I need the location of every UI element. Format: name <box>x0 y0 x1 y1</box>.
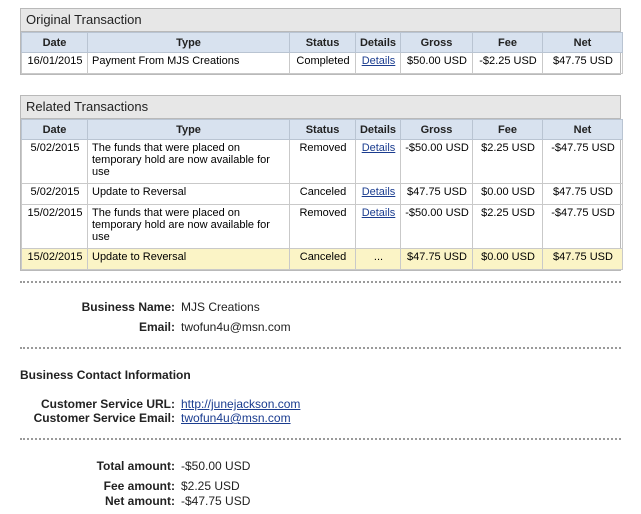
cell-type: The funds that were placed on temporary … <box>87 139 290 184</box>
details-link[interactable]: Details <box>362 207 396 219</box>
original-transaction-table: Date Type Status Details Gross Fee Net 1… <box>21 32 623 74</box>
table-row: 15/02/2015 The funds that were placed on… <box>21 204 623 249</box>
col-header-fee[interactable]: Fee <box>472 32 543 53</box>
cell-type: Update to Reversal <box>87 248 290 270</box>
customer-service-email-label: Customer Service Email: <box>33 411 175 425</box>
col-header-fee[interactable]: Fee <box>472 119 543 140</box>
total-amount-value: -$50.00 USD <box>181 459 251 473</box>
cell-net: -$47.75 USD <box>542 139 623 184</box>
net-amount-label: Net amount: <box>105 494 175 508</box>
table-row: 5/02/2015 Update to Reversal Canceled De… <box>21 183 623 205</box>
cell-date: 16/01/2015 <box>21 52 88 74</box>
divider <box>20 347 621 349</box>
col-header-gross[interactable]: Gross <box>400 32 473 53</box>
cell-net: $47.75 USD <box>542 52 623 74</box>
cell-status: Canceled <box>289 183 356 205</box>
cell-fee: $0.00 USD <box>472 248 543 270</box>
cell-fee: -$2.25 USD <box>472 52 543 74</box>
table-row-highlighted: 15/02/2015 Update to Reversal Canceled .… <box>21 248 623 270</box>
cell-details: Details <box>355 183 401 205</box>
col-header-status[interactable]: Status <box>289 32 356 53</box>
customer-service-email-link[interactable]: twofun4u@msn.com <box>181 411 291 425</box>
col-header-date[interactable]: Date <box>21 119 88 140</box>
col-header-net[interactable]: Net <box>542 32 623 53</box>
table-header-row: Date Type Status Details Gross Fee Net <box>21 119 623 140</box>
col-header-details[interactable]: Details <box>355 32 401 53</box>
cell-details: Details <box>355 139 401 184</box>
details-link[interactable]: Details <box>362 55 396 67</box>
table-row: 16/01/2015 Payment From MJS Creations Co… <box>21 52 623 74</box>
customer-service-url-label: Customer Service URL: <box>40 397 175 411</box>
divider <box>20 281 621 283</box>
contact-heading: Business Contact Information <box>20 368 191 382</box>
related-transactions-panel: Related Transactions Date Type Status De… <box>20 95 623 271</box>
cell-gross: $50.00 USD <box>400 52 473 74</box>
cell-date: 5/02/2015 <box>21 139 88 184</box>
cell-gross: $47.75 USD <box>400 248 473 270</box>
cell-status: Completed <box>289 52 356 74</box>
col-header-type[interactable]: Type <box>87 119 290 140</box>
cell-status: Removed <box>289 139 356 184</box>
cell-type: The funds that were placed on temporary … <box>87 204 290 249</box>
cell-details: Details <box>355 52 401 74</box>
cell-status: Removed <box>289 204 356 249</box>
divider <box>20 438 621 440</box>
total-amount-label: Total amount: <box>96 459 175 473</box>
col-header-details[interactable]: Details <box>355 119 401 140</box>
cell-gross: -$50.00 USD <box>400 139 473 184</box>
business-email-value: twofun4u@msn.com <box>181 320 291 334</box>
cell-type: Update to Reversal <box>87 183 290 205</box>
cell-fee: $2.25 USD <box>472 204 543 249</box>
col-header-status[interactable]: Status <box>289 119 356 140</box>
business-name-value: MJS Creations <box>181 300 260 314</box>
related-transactions-table: Date Type Status Details Gross Fee Net 5… <box>21 119 623 270</box>
cell-date: 5/02/2015 <box>21 183 88 205</box>
cell-net: $47.75 USD <box>542 183 623 205</box>
col-header-type[interactable]: Type <box>87 32 290 53</box>
cell-details: Details <box>355 204 401 249</box>
details-link[interactable]: Details <box>362 186 396 198</box>
fee-amount-label: Fee amount: <box>103 479 175 493</box>
fee-amount-value: $2.25 USD <box>181 479 240 493</box>
customer-service-url-link[interactable]: http://junejackson.com <box>181 397 300 411</box>
original-transaction-panel: Original Transaction Date Type Status De… <box>20 8 623 75</box>
business-name-label: Business Name: <box>81 300 175 314</box>
customer-service-email-value: twofun4u@msn.com <box>181 411 291 425</box>
related-transactions-title: Related Transactions <box>21 96 620 119</box>
cell-fee: $0.00 USD <box>472 183 543 205</box>
cell-status: Canceled <box>289 248 356 270</box>
details-link[interactable]: Details <box>362 142 396 154</box>
table-row: 5/02/2015 The funds that were placed on … <box>21 139 623 184</box>
business-email-label: Email: <box>138 320 175 334</box>
col-header-date[interactable]: Date <box>21 32 88 53</box>
cell-details: ... <box>355 248 401 270</box>
cell-gross: -$50.00 USD <box>400 204 473 249</box>
cell-net: -$47.75 USD <box>542 204 623 249</box>
net-amount-value: -$47.75 USD <box>181 494 251 508</box>
col-header-net[interactable]: Net <box>542 119 623 140</box>
col-header-gross[interactable]: Gross <box>400 119 473 140</box>
cell-date: 15/02/2015 <box>21 204 88 249</box>
cell-date: 15/02/2015 <box>21 248 88 270</box>
cell-gross: $47.75 USD <box>400 183 473 205</box>
cell-type: Payment From MJS Creations <box>87 52 290 74</box>
original-transaction-title: Original Transaction <box>21 9 620 32</box>
cell-fee: $2.25 USD <box>472 139 543 184</box>
table-header-row: Date Type Status Details Gross Fee Net <box>21 32 623 53</box>
cell-net: $47.75 USD <box>542 248 623 270</box>
customer-service-url-value: http://junejackson.com <box>181 397 300 411</box>
